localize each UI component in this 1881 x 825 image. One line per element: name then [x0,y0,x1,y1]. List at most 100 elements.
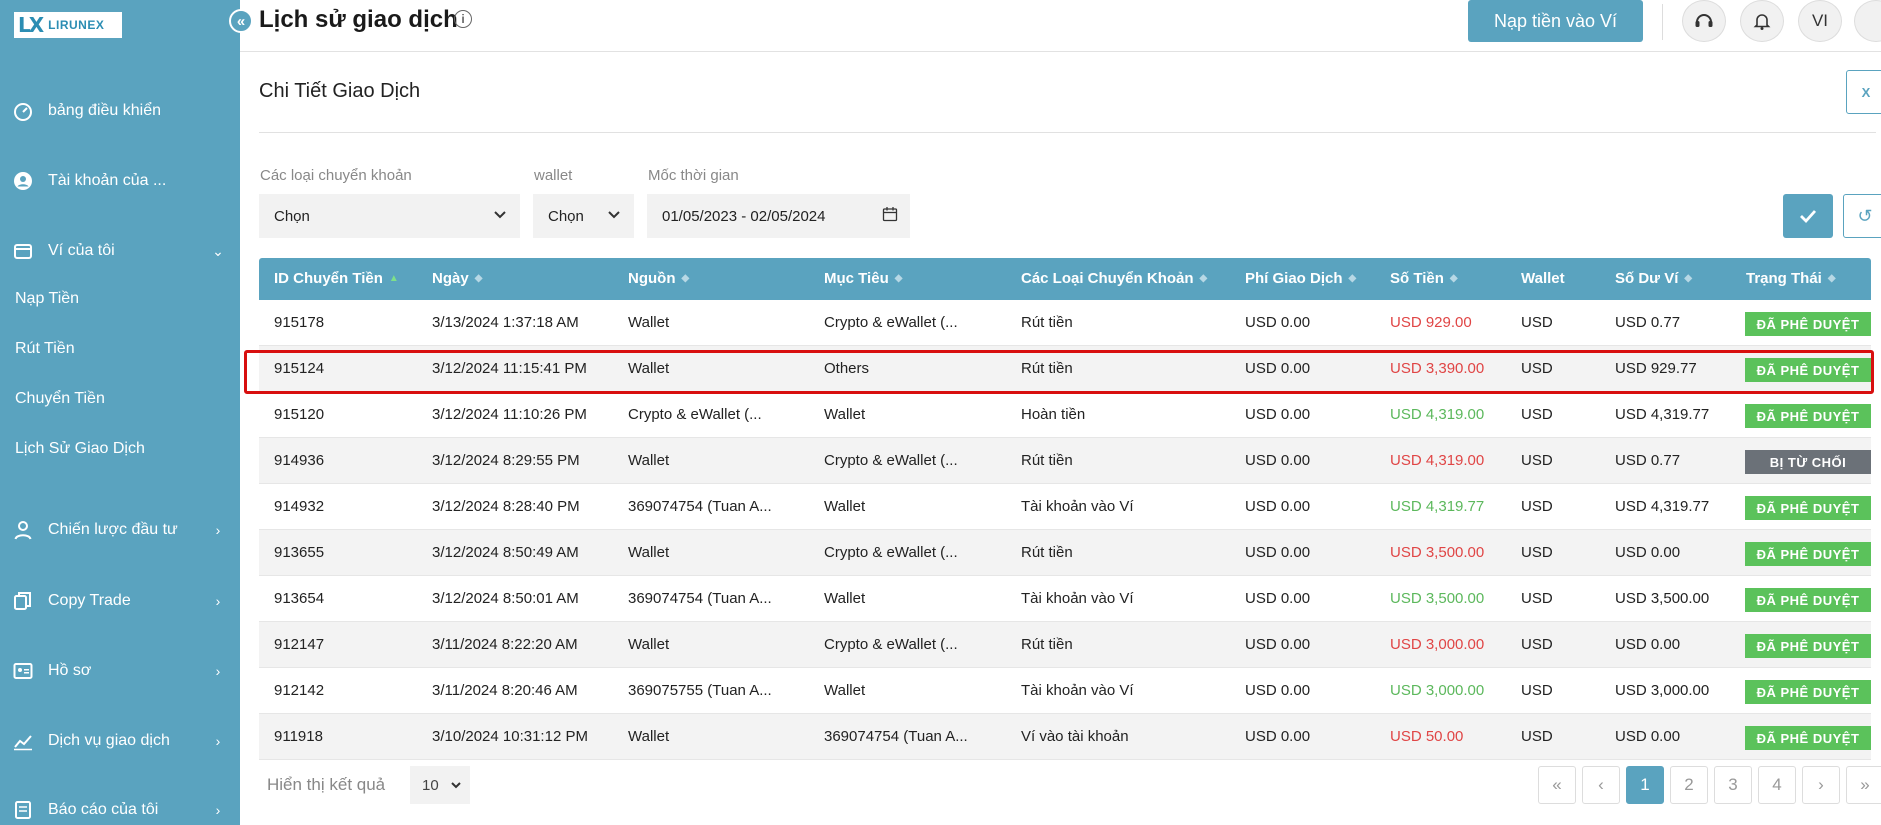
sidebar-subitem-deposit[interactable]: Nạp Tiền [15,287,79,311]
column-label: Mục Tiêu [824,270,889,287]
sidebar-item-trading-services[interactable]: Dịch vụ giao dịch › [0,726,240,756]
table-row[interactable]: 915178 3/13/2024 1:37:18 AM Wallet Crypto &… [259,300,1871,346]
trading-icon [12,730,34,752]
dashboard-icon [12,100,34,122]
table-row[interactable]: 914932 3/12/2024 8:28:40 PM 369074754 (Tua… [259,484,1871,530]
page-button-4[interactable]: 4 [1758,766,1796,804]
table-row[interactable]: 914936 3/12/2024 8:29:55 PM Wallet Crypto &… [259,438,1871,484]
user-avatar[interactable] [1854,0,1881,42]
sort-icon: ◆ [474,273,483,284]
sidebar-subitem-transfer[interactable]: Chuyển Tiền [15,387,105,411]
cell-target: 369074754 (Tuan A... [824,728,968,745]
cell-amount: USD 3,500.00 [1390,544,1485,561]
cell-fee: USD 0.00 [1245,498,1311,515]
support-icon[interactable] [1682,0,1726,42]
sidebar-item-profile[interactable]: Hồ sơ › [0,656,240,686]
table-header: ID Chuyển Tiền ▲ Ngày ◆ Nguồn ◆ Mục Tiêu ◆ C… [259,258,1871,300]
deposit-to-wallet-button[interactable]: Nạp tiền vào Ví [1468,0,1643,42]
sidebar-item-wallet[interactable]: Ví của tôi ⌄ [0,236,240,266]
chevron-right-icon: › [215,802,221,818]
cell-fee: USD 0.00 [1245,452,1311,469]
apply-filter-button[interactable] [1783,194,1833,238]
status-badge: ĐÃ PHÊ DUYỆT [1745,358,1871,382]
column-header-date[interactable]: Ngày ◆ [432,270,482,287]
check-icon [1800,210,1817,224]
page-button-3[interactable]: 3 [1714,766,1752,804]
cell-fee: USD 0.00 [1245,314,1311,331]
column-label: ID Chuyển Tiền [274,270,383,287]
table-row[interactable]: 913654 3/12/2024 8:50:01 AM 369074754 (Tua… [259,576,1871,622]
sidebar-subitem-history[interactable]: Lịch Sử Giao Dịch [15,437,145,461]
cell-source: Wallet [628,728,670,745]
column-header-transfer-type[interactable]: Các Loại Chuyển Khoản ◆ [1021,270,1207,287]
chevron-down-icon [608,211,620,219]
page-title: Lịch sử giao dịch [259,6,458,33]
table-row[interactable]: 915120 3/12/2024 11:10:26 PM Crypto & eWal… [259,392,1871,438]
cell-wallet: USD [1521,360,1553,377]
column-label: Trạng Thái [1746,270,1822,287]
cell-source: Wallet [628,360,670,377]
sidebar-subitem-withdraw[interactable]: Rút Tiền [15,337,75,361]
chevron-right-icon: › [215,522,221,538]
page-size-select[interactable]: 10 [410,766,470,804]
chevron-down-icon [494,211,506,219]
column-header-status[interactable]: Trạng Thái ◆ [1746,270,1836,287]
sort-icon: ◆ [1199,273,1208,284]
sidebar-item-dashboard[interactable]: bảng điều khiển [0,96,240,126]
cell-id: 913654 [274,590,325,607]
table-row[interactable]: 912142 3/11/2024 8:20:46 AM 369075755 (Tua… [259,668,1871,714]
table-row[interactable]: 915124 3/12/2024 11:15:41 PM Wallet Others R… [259,346,1871,392]
column-header-source[interactable]: Nguồn ◆ [628,270,689,287]
column-header-amount[interactable]: Số Tiền ◆ [1390,270,1458,287]
info-icon[interactable]: i [454,10,472,28]
sort-icon: ◆ [1684,273,1693,284]
page-button-2[interactable]: 2 [1670,766,1708,804]
next-page-button[interactable]: › [1802,766,1840,804]
transfer-type-select[interactable]: Chọn [259,194,520,238]
cell-id: 911918 [274,728,323,745]
column-header-fee[interactable]: Phí Giao Dịch ◆ [1245,270,1356,287]
language-button[interactable]: VI [1798,0,1842,42]
time-period-label: Mốc thời gian [648,167,739,184]
last-page-button[interactable]: » [1846,766,1881,804]
sidebar-item-account[interactable]: Tài khoản của ... [0,166,240,196]
collapse-sidebar-icon[interactable]: « [229,9,253,33]
table-row[interactable]: 912147 3/11/2024 8:22:20 AM Wallet Crypto &… [259,622,1871,668]
page-button-1[interactable]: 1 [1626,766,1664,804]
cell-target: Crypto & eWallet (... [824,544,958,561]
cell-id: 914932 [274,498,325,515]
prev-page-button[interactable]: ‹ [1582,766,1620,804]
chevron-right-icon: › [215,663,221,679]
wallet-select[interactable]: Chọn [533,194,634,238]
bell-icon[interactable] [1740,0,1784,42]
reset-filter-button[interactable]: ↺ [1843,194,1881,238]
wallet-icon [12,240,34,262]
sidebar-item-reports[interactable]: Báo cáo của tôi › [0,795,240,825]
date-range-value: 01/05/2023 - 02/05/2024 [662,207,826,225]
cell-transfer-type: Tài khoản vào Ví [1021,498,1134,515]
table-row[interactable]: 911918 3/10/2024 10:31:12 PM Wallet 3690747… [259,714,1871,760]
cell-source: Crypto & eWallet (... [628,406,762,423]
first-page-button[interactable]: « [1538,766,1576,804]
sidebar-item-strategy[interactable]: Chiến lược đầu tư › [0,515,240,545]
cell-wallet: USD [1521,498,1553,515]
sidebar-item-label: Hồ sơ [48,662,92,679]
cell-balance: USD 0.00 [1615,728,1681,745]
column-header-balance[interactable]: Số Dư Ví ◆ [1615,270,1692,287]
sidebar: LX LIRUNEX bảng điều khiển Tài khoản của… [0,0,240,825]
excel-export-icon[interactable]: X [1846,70,1881,114]
date-range-input[interactable]: 01/05/2023 - 02/05/2024 [647,194,910,238]
page-size-value: 10 [422,776,439,794]
chevron-down-icon: ⌄ [212,242,224,259]
column-header-id[interactable]: ID Chuyển Tiền ▲ [274,270,399,287]
table-row[interactable]: 913655 3/12/2024 8:50:49 AM Wallet Crypto &… [259,530,1871,576]
cell-transfer-type: Ví vào tài khoản [1021,728,1129,745]
column-header-target[interactable]: Mục Tiêu ◆ [824,270,902,287]
cell-id: 915124 [274,360,325,377]
cell-date: 3/12/2024 8:50:01 AM [432,590,579,607]
table-body: 915178 3/13/2024 1:37:18 AM Wallet Crypto &… [259,300,1871,760]
section-title: Chi Tiết Giao Dịch [259,80,421,102]
sidebar-item-copy-trade[interactable]: Copy Trade › [0,586,240,616]
sort-icon: ◆ [1827,273,1836,284]
brand-logo[interactable]: LX LIRUNEX [14,12,122,38]
